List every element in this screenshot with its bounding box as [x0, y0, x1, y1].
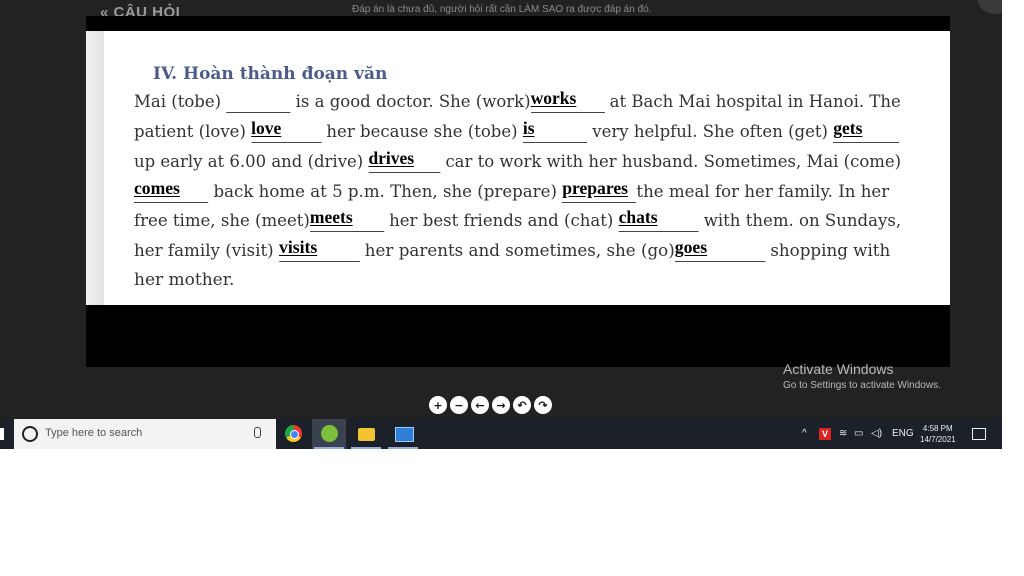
search-icon [22, 426, 38, 442]
previous-button[interactable]: ← [471, 396, 489, 414]
answer-word: is [522, 118, 535, 138]
active-indicator [388, 447, 418, 449]
zoom-out-button[interactable]: − [450, 396, 468, 414]
text-segment: her best friends and (chat) [383, 211, 619, 231]
viewer-controls: + − ← → ↶ ↷ [429, 396, 552, 414]
answer-blank: meets [309, 207, 384, 232]
answer-word: works [530, 88, 577, 108]
zoom-in-button[interactable]: + [429, 396, 447, 414]
battery-icon[interactable]: ▭ [854, 428, 863, 439]
plus-icon: + [433, 398, 443, 412]
search-placeholder: Type here to search [45, 427, 143, 439]
answer-blank [226, 92, 291, 113]
chevron-up-icon[interactable]: ^ [802, 428, 807, 439]
text-segment: her parents and sometimes, she (go) [359, 241, 675, 261]
arrow-left-icon: ← [475, 398, 485, 412]
microphone-icon[interactable] [254, 427, 261, 438]
document-image: IV. Hoàn thành đoạn văn Mai (tobe) is a … [86, 31, 950, 305]
paragraph-line: Mai (tobe) is a good doctor. She (work)w… [134, 88, 901, 113]
text-segment: Mai (tobe) [134, 92, 227, 112]
answer-word: love [251, 118, 282, 138]
answer-word: meets [309, 207, 353, 227]
answer-word: gets [833, 118, 863, 138]
answer-word: chats [618, 207, 658, 227]
paragraph-line: comes back home at 5 p.m. Then, she (pre… [134, 178, 890, 203]
screen: « CÂU HỎI Đáp án là chưa đủ, người hỏi r… [0, 0, 1002, 449]
answer-blank: comes [134, 178, 209, 203]
text-segment: her because she (tobe) [321, 122, 523, 142]
active-indicator [351, 447, 381, 449]
clock[interactable]: 4:58 PM 14/7/2021 [920, 423, 956, 445]
answer-blank: is [522, 118, 588, 143]
answer-blank: love [251, 118, 322, 143]
text-segment: shopping with [765, 241, 891, 261]
clock-date: 14/7/2021 [920, 435, 956, 444]
answer-blank: goes [674, 237, 766, 262]
start-button[interactable] [0, 428, 4, 440]
taskbar-search-box[interactable]: Type here to search [14, 419, 276, 449]
volume-icon[interactable]: ◁) [871, 428, 882, 439]
text-segment: car to work with her husband. Sometimes,… [440, 152, 902, 172]
language-indicator[interactable]: ENG [892, 428, 914, 439]
text-segment: her mother. [134, 270, 235, 290]
paragraph-line: patient (love) love her because she (tob… [134, 118, 900, 143]
text-segment: very helpful. She often (get) [587, 122, 834, 142]
next-button[interactable]: → [492, 396, 510, 414]
rotate-left-icon: ↶ [517, 398, 527, 412]
answer-word: visits [278, 237, 318, 257]
watermark-subtitle: Go to Settings to activate Windows. [783, 380, 941, 391]
header-note: Đáp án là chưa đủ, người hỏi rất cần LÀM… [352, 4, 652, 15]
minus-icon: − [454, 398, 464, 412]
arrow-right-icon: → [496, 398, 506, 412]
answer-word: prepares [562, 178, 628, 198]
active-indicator [314, 447, 344, 449]
watermark-title: Activate Windows [783, 361, 894, 377]
chrome-icon [285, 425, 302, 442]
wifi-icon[interactable]: ≋ [839, 428, 847, 439]
answer-blank: visits [278, 237, 360, 262]
text-segment: is a good doctor. She (work) [290, 92, 531, 112]
taskbar: Type here to search ^ V ≋ ▭ ◁) ENG 4:58 … [0, 419, 1002, 449]
system-tray: ^ V ≋ ▭ ◁) ENG 4:58 PM 14/7/2021 [800, 419, 1002, 449]
notification-icon[interactable] [972, 428, 986, 440]
paragraph-line: her mother. [134, 270, 234, 290]
text-segment: back home at 5 p.m. Then, she (prepare) [208, 182, 563, 202]
text-segment: the meal for her family. In her [636, 182, 890, 202]
text-segment: up early at 6.00 and (drive) [134, 152, 369, 172]
activate-windows-watermark: Activate Windows Go to Settings to activ… [783, 361, 941, 391]
rotate-left-button[interactable]: ↶ [513, 396, 531, 414]
coccoc-browser-icon [321, 425, 338, 442]
paragraph-line: free time, she (meet)meets her best frie… [134, 207, 902, 232]
page-margin [86, 31, 104, 305]
corner-button[interactable] [978, 0, 1002, 14]
answer-blank: gets [833, 118, 900, 143]
answer-word: goes [674, 237, 708, 257]
text-segment: free time, she (meet) [134, 211, 310, 231]
taskbar-app-chrome[interactable] [276, 419, 310, 449]
rotate-right-icon: ↷ [538, 398, 548, 412]
taskbar-app-photos[interactable] [386, 419, 420, 449]
answer-blank: prepares [562, 178, 637, 203]
paragraph-line: her family (visit) visits her parents an… [134, 237, 891, 262]
text-segment: her family (visit) [134, 241, 279, 261]
clock-time: 4:58 PM [922, 424, 953, 433]
answer-blank: chats [618, 207, 699, 232]
text-segment: with them. on Sundays, [698, 211, 902, 231]
folder-icon [358, 428, 375, 441]
exercise-title: IV. Hoàn thành đoạn văn [153, 64, 388, 84]
taskbar-app-coccoc[interactable] [312, 419, 346, 449]
paragraph-line: up early at 6.00 and (drive) drives car … [134, 148, 902, 173]
answer-word: drives [368, 148, 415, 168]
rotate-right-button[interactable]: ↷ [534, 396, 552, 414]
photos-icon [395, 427, 414, 442]
text-segment: patient (love) [134, 122, 252, 142]
answer-blank: drives [368, 148, 441, 173]
answer-blank: works [530, 88, 605, 113]
taskbar-app-file-explorer[interactable] [349, 419, 383, 449]
text-segment: at Bach Mai hospital in Hanoi. The [604, 92, 901, 112]
answer-word: comes [134, 178, 180, 198]
antivirus-icon[interactable]: V [819, 428, 831, 440]
